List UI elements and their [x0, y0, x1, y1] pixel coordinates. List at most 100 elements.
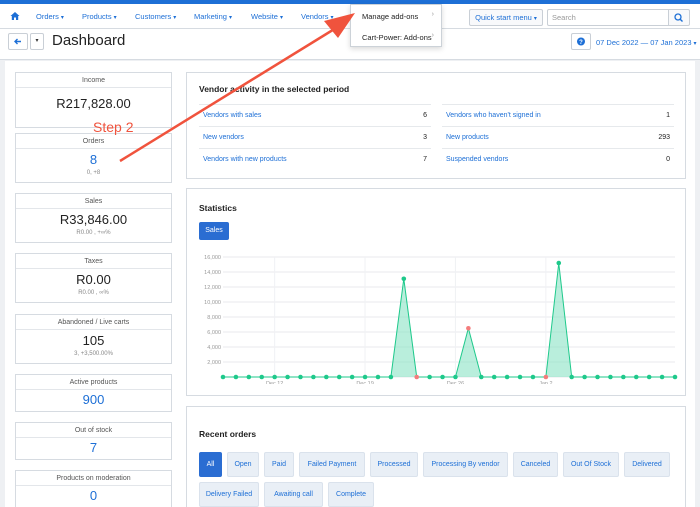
filter-awaiting-call[interactable]: Awaiting call [264, 482, 323, 507]
vendor-stat-link[interactable]: New products [446, 134, 489, 141]
sales-point [220, 374, 226, 380]
vendor-stat-row: Vendors who haven't signed in 1 [442, 104, 674, 126]
sales-point [556, 260, 562, 266]
filter-processed[interactable]: Processed [370, 452, 418, 477]
menu-item-manage-addons[interactable]: Manage add-ons [362, 12, 418, 21]
quick-start-menu-button[interactable]: Quick start menu ▾ [469, 9, 543, 26]
sales-point [504, 374, 510, 380]
vendor-stat-row: Vendors with sales 6 [199, 104, 431, 126]
filter-failed-payment[interactable]: Failed Payment [299, 452, 365, 477]
date-range-picker[interactable]: 07 Dec 2022 — 07 Jan 2023 ▾ [596, 38, 697, 47]
statistics-panel: Statistics Sales 2,000 4,000 6,000 8,000 10,… [186, 188, 686, 396]
sales-point [298, 374, 303, 380]
sales-point [595, 374, 600, 380]
filter-open[interactable]: Open [227, 452, 259, 477]
sales-point [388, 374, 394, 380]
filter-all[interactable]: All [199, 452, 222, 477]
sales-area [223, 263, 675, 377]
sales-point [453, 374, 458, 380]
sales-point [233, 374, 239, 380]
stat-value-link[interactable]: 0 [16, 488, 171, 503]
x-tick-label: Jan 2 [539, 381, 552, 384]
vendor-stat-link[interactable]: Vendors with sales [203, 112, 261, 119]
vendor-activity-panel: Vendor activity in the selected period V… [186, 72, 686, 179]
stat-value-link[interactable]: 7 [16, 440, 171, 455]
y-tick-label: 10,000 [204, 300, 221, 306]
sales-point [427, 374, 432, 380]
sales-point [311, 374, 316, 380]
stat-value-link[interactable]: 900 [16, 392, 171, 407]
sales-point [259, 374, 265, 380]
sales-point [569, 374, 574, 380]
back-button[interactable] [8, 33, 28, 50]
stat-label: Products on moderation [16, 475, 171, 486]
sales-point [466, 325, 471, 331]
nav-customers[interactable]: Customers ▾ [135, 12, 176, 21]
y-tick-label: 2,000 [207, 360, 221, 366]
filter-delivered[interactable]: Delivered [624, 452, 670, 477]
vendor-stat-value: 1 [666, 112, 670, 119]
filter-paid[interactable]: Paid [264, 452, 294, 477]
chevron-right-icon: › [431, 11, 434, 18]
y-tick-label: 4,000 [207, 345, 221, 351]
vendor-stat-value: 3 [423, 134, 427, 141]
chevron-right-icon: › [431, 32, 434, 39]
nav-orders[interactable]: Orders ▾ [36, 12, 64, 21]
home-icon[interactable] [10, 11, 20, 21]
stat-value: 105 [82, 333, 105, 348]
search-button[interactable] [668, 9, 690, 26]
sales-point [336, 374, 342, 380]
vendor-stat-value: 7 [423, 156, 427, 163]
vendor-stat-link[interactable]: New vendors [203, 134, 244, 141]
filter-canceled[interactable]: Canceled [513, 452, 558, 477]
stat-card-carts: Abandoned / Live carts 105 3, +3,500.00% [15, 314, 172, 364]
stat-label: Abandoned / Live carts [16, 319, 171, 330]
step-annotation-label: Step 2 [93, 119, 134, 135]
addons-dropdown-menu: Manage add-ons › Cart-Power: Add-ons › [350, 4, 442, 47]
sales-point [272, 374, 277, 380]
help-button[interactable]: ? [571, 33, 591, 50]
menu-item-cart-power-addons[interactable]: Cart-Power: Add-ons [362, 33, 432, 42]
sales-point [672, 374, 678, 380]
sales-point [633, 374, 639, 380]
sales-point [517, 374, 523, 380]
stat-value: R33,846.00 [59, 212, 128, 227]
stat-value-link[interactable]: 8 [16, 152, 171, 167]
vendor-stat-value: 6 [423, 112, 427, 119]
filter-out-of-stock[interactable]: Out Of Stock [563, 452, 619, 477]
nav-marketing[interactable]: Marketing ▾ [194, 12, 232, 21]
recent-orders-panel: Recent orders All Open Paid Failed Payme… [186, 406, 686, 507]
filter-processing-by-vendor[interactable]: Processing By vendor [423, 452, 508, 477]
sales-point [362, 374, 368, 380]
y-tick-label: 12,000 [204, 285, 221, 291]
question-icon: ? [577, 37, 585, 46]
chevron-down-icon: ▾ [35, 38, 39, 44]
back-history-dropdown[interactable]: ▾ [30, 33, 44, 50]
sales-point [608, 374, 613, 380]
nav-website[interactable]: Website ▾ [251, 12, 283, 21]
sales-point [659, 374, 665, 380]
stat-card-active-products: Active products 900 [15, 374, 172, 412]
stat-sub: R0.00 , +∞% [76, 230, 111, 236]
stat-card-moderation: Products on moderation 0 [15, 470, 172, 507]
vendor-stat-link[interactable]: Vendors with new products [203, 156, 287, 163]
search-input[interactable] [547, 9, 669, 26]
vendor-stat-value: 293 [658, 134, 670, 141]
vendor-stat-row: New products 293 [442, 126, 674, 148]
stat-value: R217,828.00 [56, 96, 131, 111]
tab-sales[interactable]: Sales [199, 222, 229, 240]
sales-point [414, 374, 420, 380]
panel-title: Vendor activity in the selected period [199, 84, 350, 94]
panel-title: Recent orders [199, 429, 257, 439]
filter-delivery-failed[interactable]: Delivery Failed [199, 482, 259, 507]
sales-chart: 2,000 4,000 6,000 8,000 10,000 12,000 14,000 16… [204, 255, 678, 384]
y-tick-label: 16,000 [204, 255, 221, 261]
nav-products[interactable]: Products ▾ [82, 12, 117, 21]
filter-complete[interactable]: Complete [328, 482, 374, 507]
vendor-stat-link[interactable]: Vendors who haven't signed in [446, 112, 541, 119]
stat-card-orders: Orders 8 0, +8 [15, 133, 172, 183]
nav-vendors[interactable]: Vendors ▾ [301, 12, 334, 21]
sales-point [440, 374, 445, 380]
vendor-stat-link[interactable]: Suspended vendors [446, 156, 508, 163]
vendor-stat-value: 0 [666, 156, 670, 163]
